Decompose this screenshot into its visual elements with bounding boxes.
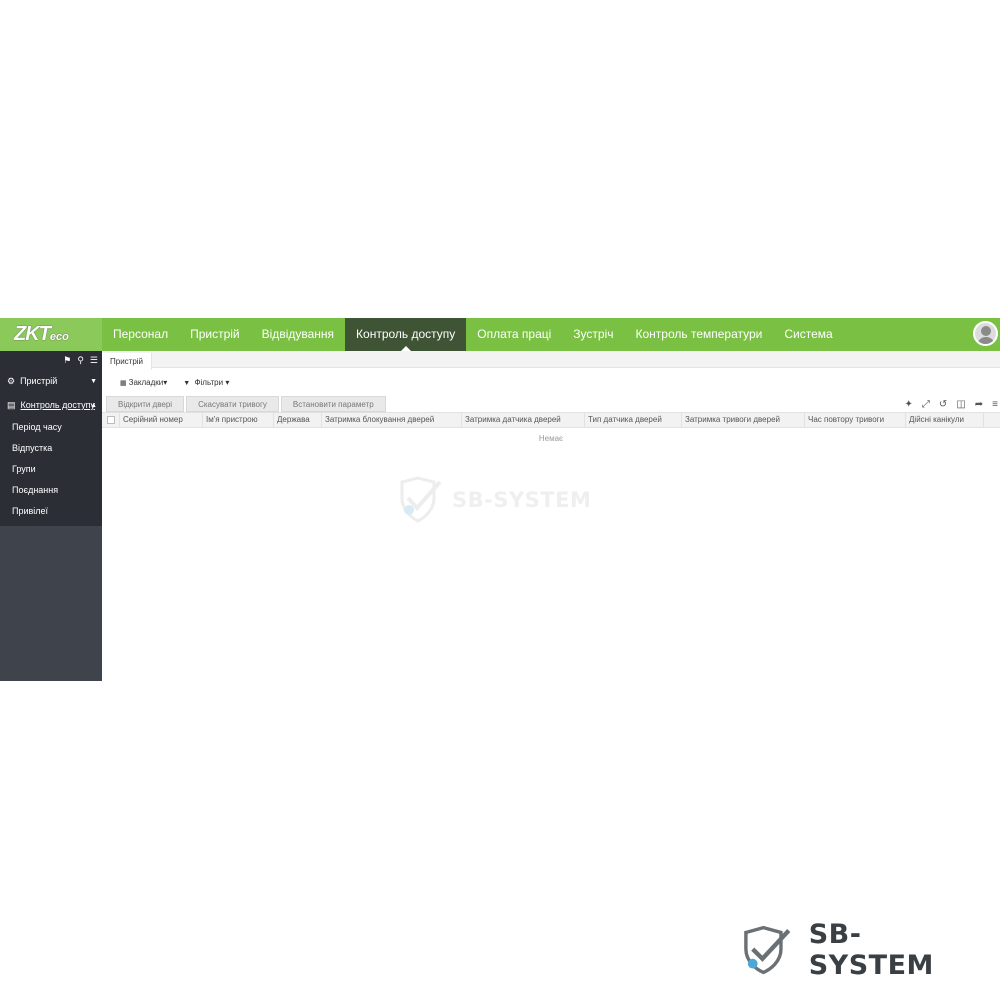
filter-icon: ▼: [183, 379, 191, 387]
nav-payroll[interactable]: Оплата праці: [466, 318, 562, 351]
empty-table-message: Немає: [538, 434, 564, 443]
column-door-alarm-delay[interactable]: Затримка тривоги дверей: [682, 412, 805, 428]
nav-meeting[interactable]: Зустріч: [562, 318, 624, 351]
caret-down-icon: ▾: [163, 377, 168, 387]
action-bar: Відкрити двері Скасувати тривогу Встанов…: [102, 396, 1000, 412]
sidebar-item-privileges[interactable]: Привілеї: [0, 501, 102, 522]
sidebar-group-label: Пристрій: [20, 376, 58, 386]
sidebar: ⚑ ⚲ ☰ ⚙ Пристрій ▼ ▤ Контроль доступу ▲ …: [0, 351, 102, 681]
magic-wand-icon[interactable]: ✦: [905, 399, 913, 410]
nav-device[interactable]: Пристрій: [179, 318, 251, 351]
column-door-sensor-type[interactable]: Тип датчика дверей: [585, 412, 682, 428]
device-table: Серійний номер Ім'я пристрою Держава Зат…: [102, 412, 1000, 443]
logo-suffix-text: eco: [49, 330, 69, 343]
filter-bar: ▦ Закладки▾ ▼ Фільтри ▾: [102, 368, 1000, 396]
column-serial-number[interactable]: Серійний номер: [120, 412, 203, 428]
nav-attendance[interactable]: Відвідування: [251, 318, 345, 351]
tags-icon[interactable]: ⚑: [63, 355, 71, 366]
sidebar-group-access-control[interactable]: ▤ Контроль доступу ▲: [0, 393, 102, 417]
columns-icon[interactable]: ◫: [956, 399, 965, 410]
shield-check-icon: [400, 476, 442, 523]
menu-icon[interactable]: ≡: [992, 399, 998, 410]
caret-down-icon: ▼: [90, 377, 97, 385]
sidebar-item-time-period[interactable]: Період часу: [0, 417, 102, 438]
watermark-center: SB-SYSTEM: [398, 476, 608, 524]
cancel-alarm-button[interactable]: Скасувати тривогу: [186, 396, 279, 412]
open-door-button[interactable]: Відкрити двері: [106, 396, 185, 412]
devices-icon: ⚙: [7, 375, 16, 386]
top-navigation-bar: ZKT eco Персонал Пристрій Відвідування Ко…: [0, 318, 1000, 351]
sidebar-sub-list: Період часу Відпустка Групи Поєднання Пр…: [0, 417, 102, 526]
tab-device[interactable]: Пристрій: [102, 353, 153, 370]
sidebar-item-holidays[interactable]: Відпустка: [0, 438, 102, 459]
search-icon[interactable]: ⚲: [77, 355, 84, 366]
list-icon[interactable]: ☰: [90, 355, 98, 366]
zkteco-logo[interactable]: ZKT eco: [0, 318, 102, 351]
column-valid-holidays[interactable]: Дійсні канікули: [906, 412, 984, 428]
select-all-checkbox[interactable]: [102, 412, 120, 428]
nav-system[interactable]: Система: [773, 318, 843, 351]
caret-down-icon: ▾: [225, 377, 230, 387]
filters-dropdown[interactable]: ▼ Фільтри ▾: [183, 378, 229, 387]
nav-access-control[interactable]: Контроль доступу: [345, 318, 467, 351]
tab-bar: Пристрій: [102, 351, 1000, 370]
column-alarm-retry-time[interactable]: Час повтору тривоги: [805, 412, 906, 428]
sidebar-group-device[interactable]: ⚙ Пристрій ▼: [0, 369, 102, 393]
column-door-sensor-delay[interactable]: Затримка датчика дверей: [462, 412, 585, 428]
user-avatar-icon[interactable]: [973, 321, 998, 346]
table-header: Серійний номер Ім'я пристрою Держава Зат…: [102, 412, 1000, 428]
expand-icon[interactable]: ⤢: [922, 399, 930, 410]
table-tools: ✦ ⤢ ↺ ◫ ➦ ≡: [905, 396, 1000, 412]
shield-check-icon: [744, 925, 791, 975]
main-menu: Персонал Пристрій Відвідування Контроль …: [102, 318, 844, 351]
logo-main-text: ZKT: [14, 323, 51, 345]
watermark-text: SB-SYSTEM: [808, 919, 934, 981]
caret-up-icon: ▲: [90, 401, 97, 409]
nav-personnel[interactable]: Персонал: [102, 318, 179, 351]
book-icon: ▦: [120, 379, 127, 387]
set-parameter-button[interactable]: Встановити параметр: [280, 396, 386, 412]
sidebar-toolbar: ⚑ ⚲ ☰: [0, 351, 102, 369]
refresh-icon[interactable]: ↺: [939, 399, 947, 410]
filters-label: Фільтри: [194, 377, 224, 387]
sidebar-item-combination[interactable]: Поєднання: [0, 480, 102, 501]
sidebar-item-groups[interactable]: Групи: [0, 459, 102, 480]
bookmarks-dropdown[interactable]: ▦ Закладки▾: [120, 378, 167, 387]
calendar-icon: ▤: [7, 399, 16, 410]
column-device-name[interactable]: Ім'я пристрою: [203, 412, 274, 428]
watermark-text: SB-SYSTEM: [452, 488, 592, 512]
sidebar-group-label: Контроль доступу: [20, 400, 95, 410]
column-state[interactable]: Держава: [274, 412, 322, 428]
share-icon[interactable]: ➦: [975, 399, 983, 410]
nav-temperature-control[interactable]: Контроль температури: [625, 318, 774, 351]
column-door-lock-delay[interactable]: Затримка блокування дверей: [322, 412, 462, 428]
watermark-corner: SB-SYSTEM: [742, 919, 982, 981]
bookmarks-label: Закладки: [128, 377, 164, 387]
